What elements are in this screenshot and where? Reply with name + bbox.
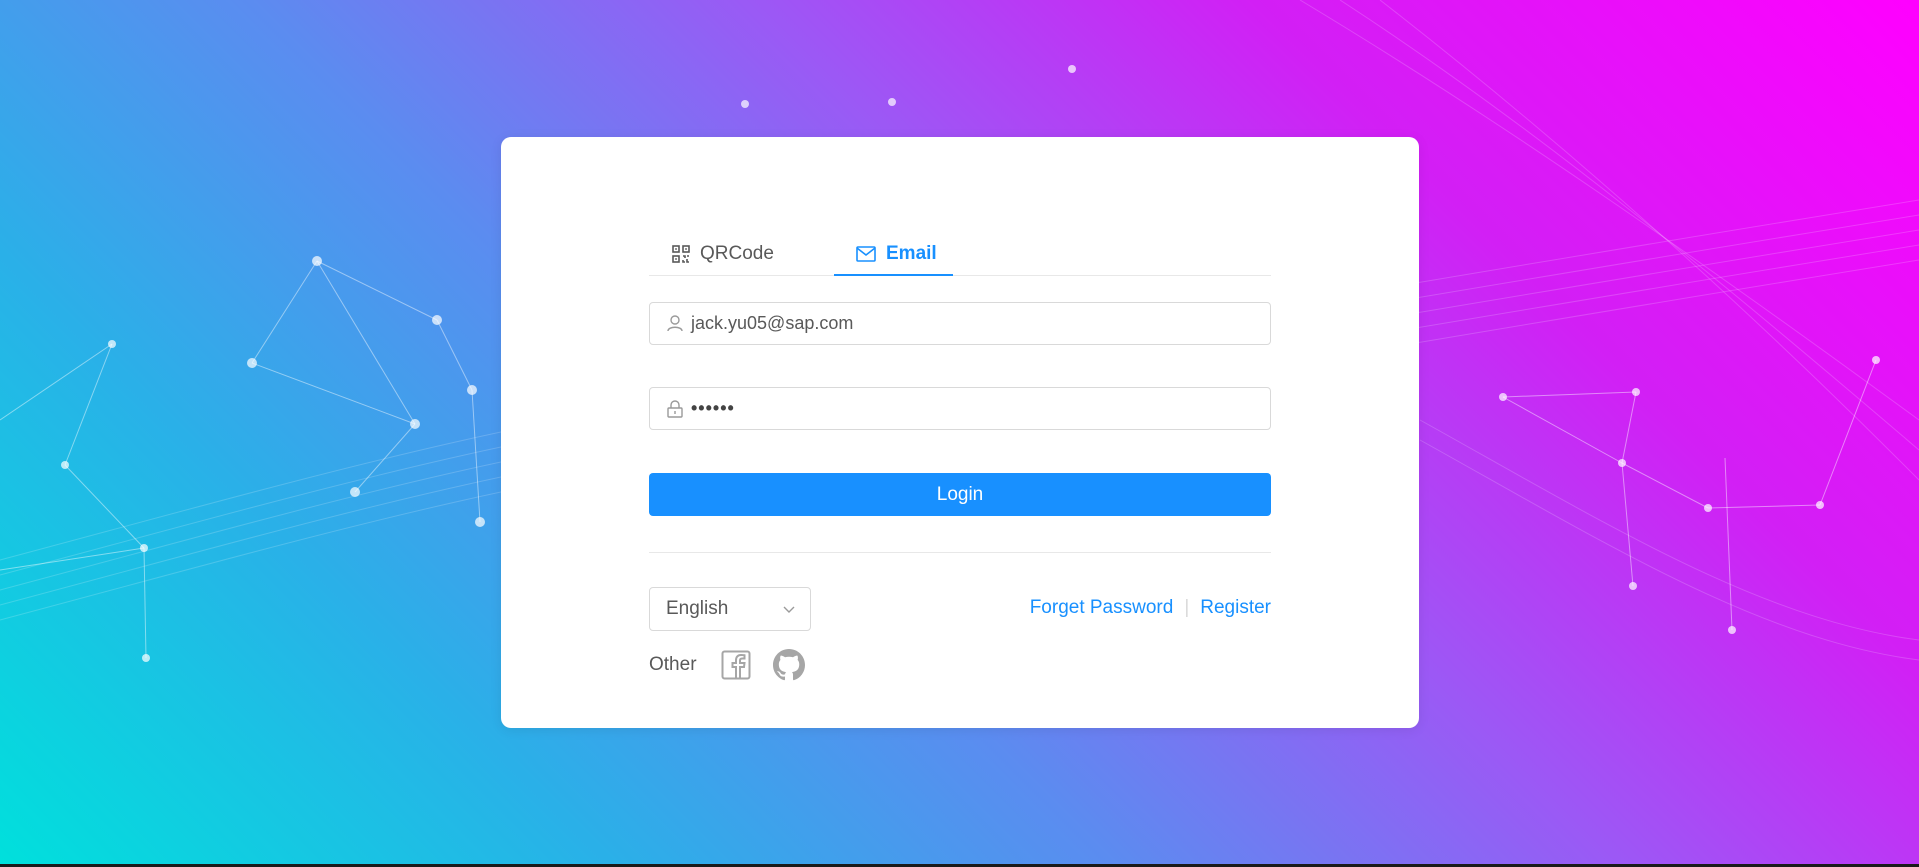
register-link[interactable]: Register — [1200, 597, 1271, 619]
user-icon — [667, 315, 683, 332]
bottom-row: English Forget Password | Register Other — [649, 553, 1271, 681]
tab-email[interactable]: Email — [856, 233, 937, 275]
github-icon[interactable] — [772, 649, 805, 681]
qrcode-icon — [672, 245, 690, 263]
login-button[interactable]: Login — [649, 473, 1271, 516]
email-value: jack.yu05@sap.com — [691, 313, 854, 333]
mail-icon — [856, 246, 876, 262]
account-links: Forget Password | Register — [1030, 597, 1271, 619]
other-login-label: Other — [649, 654, 697, 675]
login-form: QRCode Email jack.yu05@sap.com •••••• Lo… — [649, 233, 1271, 681]
tab-email-label: Email — [886, 243, 937, 264]
lock-icon — [667, 399, 683, 418]
forget-password-link[interactable]: Forget Password — [1030, 597, 1174, 619]
language-select-value: English — [666, 598, 729, 619]
facebook-icon[interactable] — [721, 650, 751, 680]
link-separator: | — [1184, 597, 1190, 618]
chevron-down-icon — [782, 602, 796, 616]
language-select[interactable]: English — [649, 587, 811, 631]
login-tabs: QRCode Email — [649, 233, 1271, 276]
active-tab-indicator — [834, 274, 953, 276]
tab-qrcode-label: QRCode — [700, 243, 774, 264]
email-field[interactable]: jack.yu05@sap.com — [649, 302, 1271, 345]
other-login: Other — [649, 649, 827, 681]
password-value: •••••• — [691, 398, 735, 418]
tab-qrcode[interactable]: QRCode — [672, 233, 774, 275]
login-card: QRCode Email jack.yu05@sap.com •••••• Lo… — [501, 137, 1419, 728]
password-field[interactable]: •••••• — [649, 387, 1271, 430]
